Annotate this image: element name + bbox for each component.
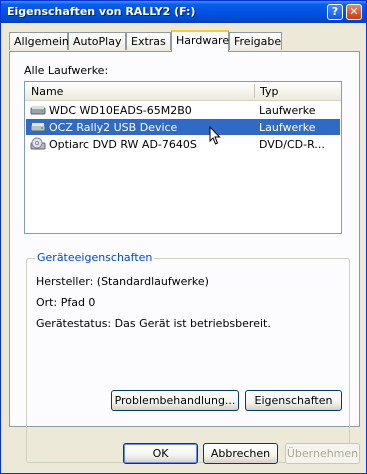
manufacturer-text: Hersteller: (Standardlaufwerke): [36, 275, 209, 288]
tab-panel-hardware: Alle Laufwerke: Name Typ WDC WD10EADS-65…: [9, 51, 360, 463]
tab-freigabe[interactable]: Freigabe: [229, 32, 282, 50]
tab-extras[interactable]: Extras: [126, 32, 171, 50]
list-item-selected[interactable]: OCZ Rally2 USB Device Laufwerke: [26, 119, 340, 135]
column-header-type[interactable]: Typ: [260, 85, 279, 98]
usb-drive-icon: [30, 120, 46, 134]
close-button[interactable]: ✕: [346, 4, 362, 20]
drive-name: OCZ Rally2 USB Device: [49, 121, 178, 134]
ok-button[interactable]: OK: [123, 443, 198, 464]
drive-name: WDC WD10EADS-65M2B0: [49, 104, 192, 117]
properties-dialog: Eigenschaften von RALLY2 (F:) ? ✕ Allgem…: [0, 0, 367, 474]
location-text: Ort: Pfad 0: [36, 296, 96, 309]
dvd-drive-icon: [30, 137, 46, 151]
troubleshoot-button[interactable]: Problembehandlung...: [111, 390, 239, 411]
title-bar[interactable]: Eigenschaften von RALLY2 (F:) ? ✕: [1, 1, 366, 23]
drive-type: DVD/CD-R...: [259, 138, 325, 151]
list-item[interactable]: Optiarc DVD RW AD-7640S DVD/CD-R...: [26, 136, 340, 152]
window-title: Eigenschaften von RALLY2 (F:): [7, 5, 196, 18]
list-item[interactable]: WDC WD10EADS-65M2B0 Laufwerke: [26, 102, 340, 118]
column-header-name[interactable]: Name: [31, 85, 63, 98]
drive-type: Laufwerke: [259, 121, 316, 134]
drives-label: Alle Laufwerke:: [24, 64, 109, 77]
device-properties-button[interactable]: Eigenschaften: [245, 390, 342, 411]
help-button[interactable]: ?: [327, 4, 343, 20]
hard-drive-icon: [30, 103, 46, 117]
device-properties-group: Geräteeigenschaften Hersteller: (Standar…: [26, 251, 350, 463]
drives-list[interactable]: Name Typ WDC WD10EADS-65M2B0 Laufwerke O…: [24, 81, 342, 234]
group-title: Geräteeigenschaften: [35, 251, 155, 264]
cancel-button[interactable]: Abbrechen: [203, 443, 278, 464]
drive-name: Optiarc DVD RW AD-7640S: [49, 138, 197, 151]
apply-button[interactable]: Übernehmen: [285, 443, 360, 464]
device-status-text: Gerätestatus: Das Gerät ist betriebsbere…: [36, 317, 271, 330]
tab-allgemein[interactable]: Allgemein: [9, 32, 69, 50]
tab-hardware[interactable]: Hardware: [171, 30, 229, 52]
mouse-cursor-icon: [209, 125, 221, 148]
drive-type: Laufwerke: [259, 104, 316, 117]
column-separator[interactable]: [254, 84, 255, 98]
tab-autoplay[interactable]: AutoPlay: [68, 32, 126, 50]
list-header: Name Typ: [25, 82, 341, 101]
